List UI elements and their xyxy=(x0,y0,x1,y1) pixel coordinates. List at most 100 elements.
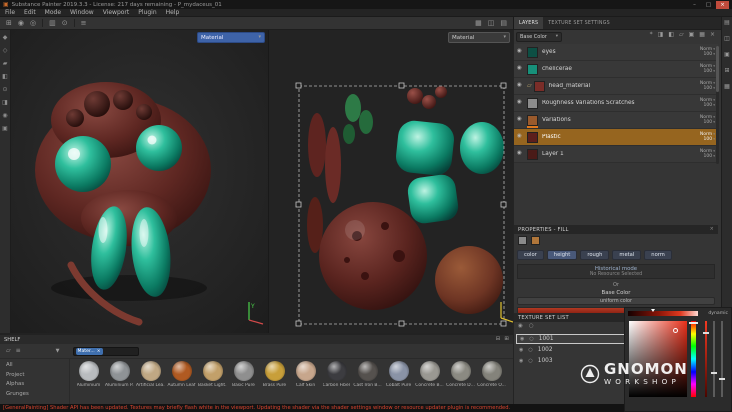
channel-rough-button[interactable]: rough xyxy=(580,250,610,260)
material-item[interactable]: Aluminium xyxy=(74,361,103,388)
list-view-icon[interactable]: ≡ xyxy=(16,348,21,354)
minimize-button[interactable]: – xyxy=(688,1,701,9)
add-folder-icon[interactable]: ▱ xyxy=(679,32,684,38)
camera-settings-icon[interactable]: ◫ xyxy=(488,19,495,27)
category-grunges[interactable]: Grunges xyxy=(6,391,69,397)
layer-meta[interactable]: Norm 100 xyxy=(700,98,715,109)
brush-soft-preset-icon[interactable]: ◎ xyxy=(30,19,36,27)
folder-icon[interactable]: ▱ xyxy=(527,83,532,89)
viewport-display-icon[interactable]: ▦ xyxy=(475,19,482,27)
visibility-eye-icon[interactable]: ◉ xyxy=(517,134,527,140)
layer-row-chelicerae[interactable]: ◉ chelicerae Norm 100 xyxy=(514,61,718,78)
layer-meta[interactable]: Norm 100 xyxy=(700,115,715,126)
uniform-color-button[interactable]: uniform color xyxy=(517,297,715,305)
sv-cursor[interactable] xyxy=(673,328,678,333)
clone-tool-icon[interactable]: ◨ xyxy=(2,100,8,106)
add-fill-layer-icon[interactable]: ◨ xyxy=(658,32,664,38)
layer-opacity[interactable]: 100 xyxy=(704,86,715,91)
layers-scrollbar-thumb[interactable] xyxy=(716,46,719,92)
menu-edit[interactable]: Edit xyxy=(24,9,36,16)
visibility-eye-icon[interactable]: ◉ xyxy=(519,347,523,353)
visibility-eye-icon[interactable]: ◉ xyxy=(517,83,527,89)
close-panel-icon[interactable]: × xyxy=(710,227,714,232)
viewport-2d[interactable] xyxy=(268,30,513,333)
menu-mode[interactable]: Mode xyxy=(45,9,61,16)
fill-material-icon[interactable] xyxy=(518,236,527,245)
chip-close-icon[interactable]: × xyxy=(97,348,101,355)
menu-help[interactable]: Help xyxy=(166,9,180,16)
layer-meta[interactable]: Norm 100 xyxy=(700,64,715,75)
channel-height-button[interactable]: height xyxy=(546,250,578,260)
shelf-header[interactable]: SHELF ⊟ ⊞ xyxy=(0,335,513,344)
layer-row-head-material[interactable]: ◉ ▱ head_material Norm 100 xyxy=(514,78,718,95)
add-paint-layer-icon[interactable]: ◧ xyxy=(668,32,674,38)
green-slider-handle[interactable] xyxy=(711,372,717,374)
filter-funnel-icon[interactable]: ▼ xyxy=(56,348,60,354)
search-filter-chip[interactable]: Mater... × xyxy=(75,347,103,355)
dock-display-icon[interactable]: ▣ xyxy=(724,52,730,58)
tab-texture-set-settings[interactable]: TEXTURE SET SETTINGS xyxy=(543,17,615,29)
brush-preset-icon[interactable]: ◉ xyxy=(18,19,24,27)
dock-history-icon[interactable]: ⊞ xyxy=(724,68,729,74)
category-alphas[interactable]: Alphas xyxy=(6,381,69,387)
category-project[interactable]: Project xyxy=(6,372,69,378)
grid-snap-icon[interactable]: ▥ xyxy=(49,19,56,27)
layer-meta[interactable]: Norm 100 xyxy=(700,149,715,160)
channel-metal-button[interactable]: metal xyxy=(612,250,642,260)
material-item[interactable]: Basic Pure xyxy=(229,361,258,388)
layer-row-plastic[interactable]: ◉ Plastic Norm 100 xyxy=(514,129,718,146)
layers-scrollbar[interactable] xyxy=(716,46,719,164)
eraser-tool-icon[interactable]: ◇ xyxy=(3,48,8,54)
material-item[interactable]: Basket Light... xyxy=(198,361,227,388)
material-item[interactable]: Concrete B... xyxy=(415,361,444,388)
channel-filter-dropdown[interactable]: Base Color ▾ xyxy=(516,32,562,42)
layer-row-eyes[interactable]: ◉ eyes Norm 100 xyxy=(514,44,718,61)
visibility-eye-icon[interactable]: ◉ xyxy=(517,49,527,55)
dock-toggle-icon[interactable]: ⊞ xyxy=(6,19,12,27)
material-item[interactable]: Artificial Lea... xyxy=(136,361,165,388)
tab-layers[interactable]: LAYERS xyxy=(514,17,544,29)
resource-mode-box[interactable]: Historical mode No Resource Selected xyxy=(517,264,715,279)
hue-slider[interactable] xyxy=(691,321,696,397)
channel-norm-button[interactable]: norm xyxy=(644,250,672,260)
material-item[interactable]: Calf Skin xyxy=(291,361,320,388)
visibility-eye-icon[interactable]: ◉ xyxy=(520,336,524,342)
layer-opacity[interactable]: 100 xyxy=(704,137,715,142)
green-channel-slider[interactable] xyxy=(713,321,715,397)
visibility-eye-icon[interactable]: ◉ xyxy=(517,151,527,157)
projection-tool-icon[interactable]: ▰ xyxy=(3,61,8,67)
dock-camera-icon[interactable]: ◫ xyxy=(724,36,730,42)
viewport-2d-mode-dropdown[interactable]: Material ▾ xyxy=(448,32,510,43)
material-item[interactable]: Aluminium P... xyxy=(105,361,134,388)
material-item[interactable]: Cast Iron B... xyxy=(353,361,382,388)
visibility-eye-icon[interactable]: ◉ xyxy=(519,358,523,364)
render-mode-icon[interactable]: ▤ xyxy=(500,19,507,27)
viewport-3d[interactable]: Y xyxy=(11,30,268,333)
hue-cursor[interactable] xyxy=(689,322,698,324)
channel-color-button[interactable]: color xyxy=(517,250,544,260)
maximize-button[interactable]: □ xyxy=(702,1,715,9)
layer-opacity[interactable]: 100 xyxy=(704,120,715,125)
add-resource-icon[interactable]: ▱ xyxy=(6,348,11,354)
menu-plugin[interactable]: Plugin xyxy=(138,9,156,16)
material-item[interactable]: Concrete O... xyxy=(477,361,506,388)
visibility-eye-icon[interactable]: ◉ xyxy=(517,117,527,123)
add-smart-material-icon[interactable]: ▦ xyxy=(699,32,705,38)
visibility-eye-icon[interactable]: ◉ xyxy=(518,323,523,330)
layer-row-roughness-variations[interactable]: ◉ Roughness Variations Scratches Norm 10… xyxy=(514,95,718,112)
polygon-fill-tool-icon[interactable]: ◧ xyxy=(2,74,8,80)
menu-file[interactable]: File xyxy=(5,9,15,16)
material-picker-tool-icon[interactable]: ◉ xyxy=(2,113,7,119)
properties-header[interactable]: PROPERTIES - FILL × xyxy=(514,225,718,234)
material-item[interactable]: Brass Pure xyxy=(260,361,289,388)
dynamic-label[interactable]: dynamic xyxy=(708,311,728,316)
add-mask-icon[interactable]: ▣ xyxy=(689,32,695,38)
dock-shader-icon[interactable]: ▦ xyxy=(724,84,730,90)
layer-row-variations[interactable]: ◉ Variations Norm 100 xyxy=(514,112,718,129)
viewport-3d-mode-dropdown[interactable]: Material ▾ xyxy=(197,32,265,43)
lazy-mouse-icon[interactable]: ≡ xyxy=(81,19,87,27)
visibility-eye-icon[interactable]: ◉ xyxy=(517,100,527,106)
layer-meta[interactable]: Norm 100 xyxy=(700,47,715,58)
shelf-search-input[interactable]: Mater... × xyxy=(72,346,139,356)
smudge-tool-icon[interactable]: ⊙ xyxy=(2,87,7,93)
